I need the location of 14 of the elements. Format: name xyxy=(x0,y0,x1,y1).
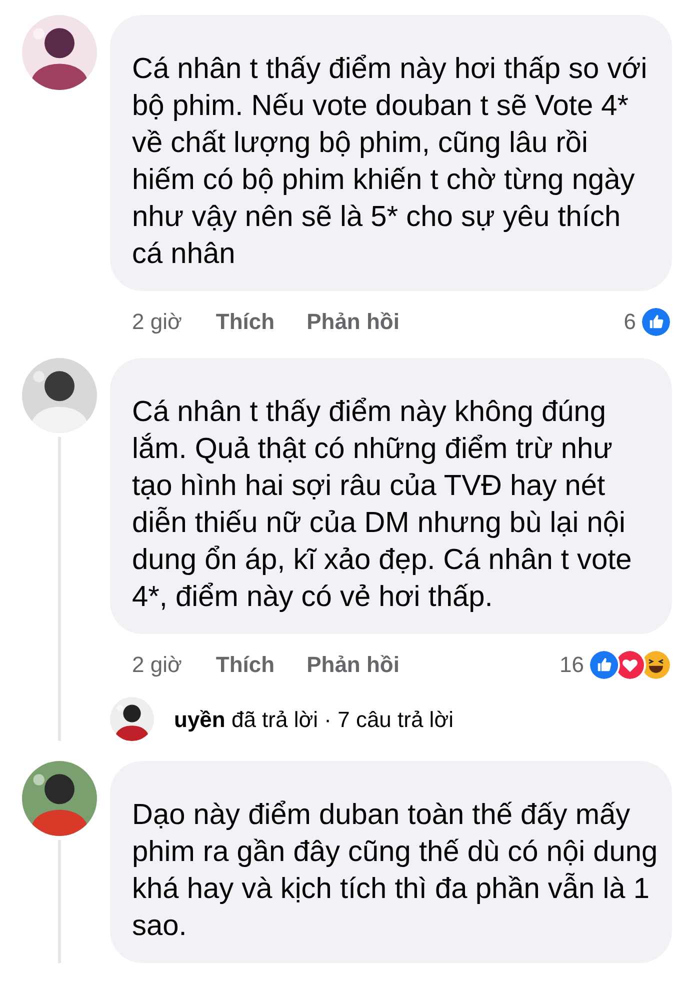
like-link[interactable]: Thích xyxy=(216,305,275,338)
like-link[interactable]: Thích xyxy=(216,648,275,681)
reaction-count: 6 xyxy=(624,308,636,336)
reply-link[interactable]: Phản hồi xyxy=(306,305,400,338)
comment-text: Cá nhân t thấy điểm này không đúng lắm. Quả thật có những điểm trừ như tạo hình hai sợi râu của TVĐ hay nét diễn thiếu nữ của DM nhưng bù lại nội dung ổn áp, kĩ xảo đẹp. Cá nhân t vote 4*, điểm này có vẻ hơi thấp. xyxy=(132,395,633,615)
comment-text: Dạo này điểm duban toàn thế đấy mấy phim ra gần đây cũng thế dù có nội dung khá hay và kịch tích thì đa phần vẫn là 1 sao. xyxy=(132,798,658,944)
view-replies-link[interactable]: uyền đã trả lời · 7 câu trả lời xyxy=(174,702,454,736)
reaction-count: 16 xyxy=(560,651,584,679)
comment-time: 2 giờ xyxy=(132,651,182,679)
reply-link[interactable]: Phản hồi xyxy=(306,648,400,681)
like-reaction-icon xyxy=(640,306,672,338)
comment-text: Cá nhân t thấy điểm này hơi thấp so với bộ phim. Nếu vote douban t sẽ Vote 4* về chất lượng bộ phim, cũng lâu rồi hiếm có bộ phim khiến t chờ từng ngày như vậy nên sẽ là 5* cho sự yêu thích cá nhân xyxy=(132,52,648,272)
comment-time: 2 giờ xyxy=(132,308,182,336)
like-reaction-icon xyxy=(588,648,620,680)
